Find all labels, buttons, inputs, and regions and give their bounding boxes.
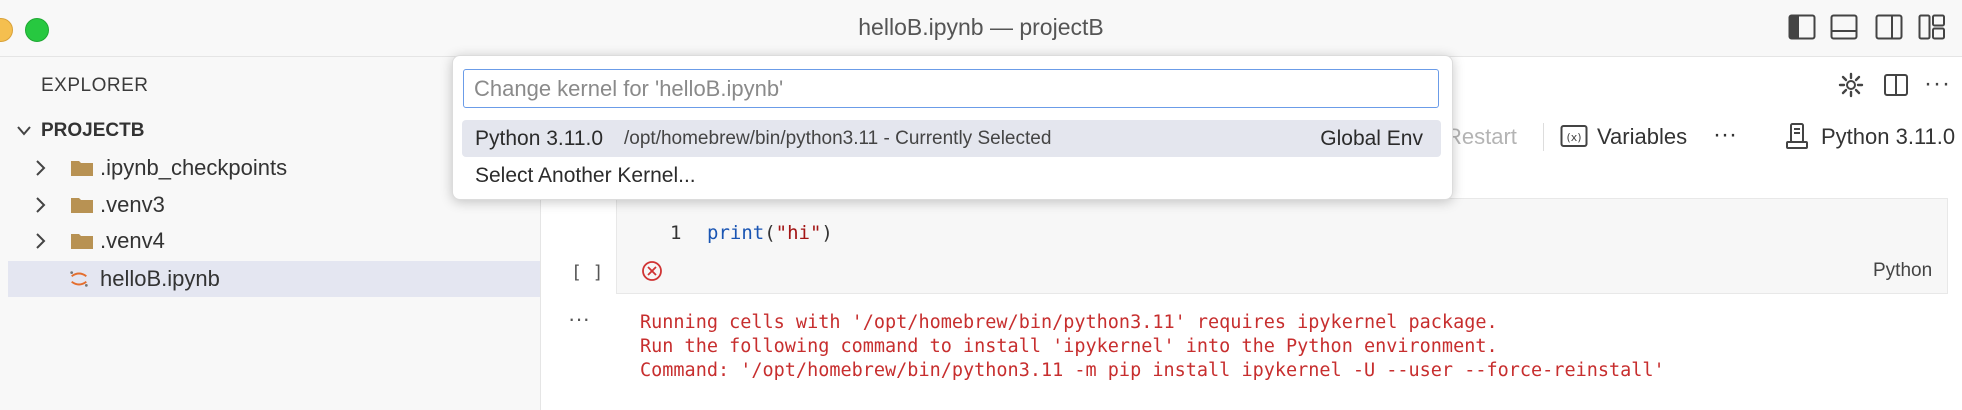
variables-button[interactable]: Variables bbox=[1597, 124, 1687, 150]
kernel-icon bbox=[1786, 123, 1808, 149]
gear-icon[interactable] bbox=[1838, 72, 1864, 98]
quick-pick-item-python[interactable]: Python 3.11.0 /opt/homebrew/bin/python3.… bbox=[462, 120, 1441, 157]
code-string: "hi" bbox=[775, 222, 822, 244]
folder-icon bbox=[71, 234, 93, 249]
toggle-panel-icon[interactable] bbox=[1830, 14, 1858, 40]
error-line-2: Run the following command to install 'ip… bbox=[640, 336, 1498, 357]
code-line[interactable]: print("hi") bbox=[707, 222, 833, 244]
toolbar-more-button[interactable]: ··· bbox=[1713, 121, 1737, 149]
line-number: 1 bbox=[670, 222, 682, 244]
title-bar: helloB.ipynb — projectB bbox=[0, 0, 1962, 57]
quick-pick-item-label: Select Another Kernel... bbox=[475, 164, 696, 187]
chevron-right-icon bbox=[36, 160, 46, 176]
tree-item-hellob-ipynb[interactable]: helloB.ipynb bbox=[8, 261, 540, 297]
chevron-right-icon bbox=[36, 197, 46, 213]
kernel-search-input[interactable] bbox=[463, 69, 1439, 108]
chevron-down-icon bbox=[17, 126, 31, 136]
chevron-right-icon bbox=[36, 233, 46, 249]
quick-pick-item-description: /opt/homebrew/bin/python3.11 - Currently… bbox=[624, 128, 1052, 149]
svg-text:(x): (x) bbox=[1566, 131, 1581, 144]
execution-count: [ ] bbox=[571, 262, 604, 283]
output-menu-button[interactable]: ··· bbox=[568, 306, 590, 332]
jupyter-notebook-icon bbox=[70, 271, 88, 287]
code-cell[interactable] bbox=[616, 198, 1948, 294]
tree-item-label: helloB.ipynb bbox=[100, 266, 220, 291]
tree-item-venv4[interactable]: .venv4 bbox=[8, 223, 540, 259]
folder-icon bbox=[71, 161, 93, 176]
window-title: helloB.ipynb — projectB bbox=[858, 14, 1104, 40]
split-editor-icon[interactable] bbox=[1883, 72, 1909, 98]
code-function: print bbox=[707, 222, 765, 244]
tree-item-label: .venv3 bbox=[100, 192, 165, 217]
code-paren-close: ) bbox=[821, 222, 833, 244]
error-line-1: Running cells with '/opt/homebrew/bin/py… bbox=[640, 312, 1498, 333]
error-line-3: Command: '/opt/homebrew/bin/python3.11 -… bbox=[640, 360, 1665, 381]
tree-item-label: .ipynb_checkpoints bbox=[100, 155, 288, 180]
quick-pick-item-detail: Global Env bbox=[1320, 127, 1423, 150]
customize-layout-icon[interactable] bbox=[1918, 14, 1946, 40]
tree-item-label: .venv4 bbox=[100, 228, 165, 253]
kernel-picker-button[interactable]: Python 3.11.0 bbox=[1821, 124, 1955, 150]
explorer-title: EXPLORER bbox=[41, 75, 149, 96]
restart-button[interactable]: Restart bbox=[1446, 124, 1517, 150]
error-status-icon bbox=[642, 261, 662, 281]
toggle-primary-sidebar-icon[interactable] bbox=[1788, 14, 1816, 40]
quick-pick-item-select-another[interactable]: Select Another Kernel... bbox=[462, 157, 1441, 194]
variables-icon: (x) bbox=[1560, 125, 1588, 147]
toolbar-divider bbox=[1543, 123, 1544, 151]
quick-pick-item-label: Python 3.11.0 bbox=[475, 127, 604, 150]
kernel-quick-pick: Python 3.11.0 /opt/homebrew/bin/python3.… bbox=[452, 55, 1453, 200]
folder-icon bbox=[71, 198, 93, 213]
code-paren-open: ( bbox=[764, 222, 776, 244]
more-actions-icon[interactable]: ··· bbox=[1924, 70, 1951, 98]
toggle-secondary-sidebar-icon[interactable] bbox=[1875, 14, 1903, 40]
tree-root-label: PROJECTB bbox=[41, 120, 145, 141]
cell-language[interactable]: Python bbox=[1873, 260, 1932, 282]
